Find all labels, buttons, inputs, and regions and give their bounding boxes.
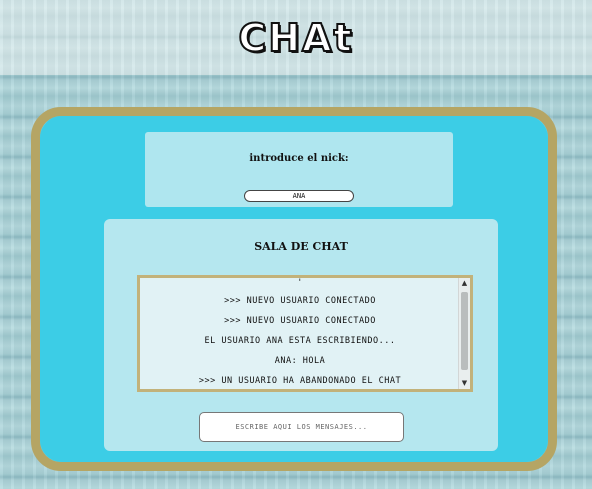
message-item: >>> NUEVO USUARIO CONECTADO: [224, 316, 376, 326]
scrollbar-thumb[interactable]: [461, 292, 468, 370]
nick-input[interactable]: [244, 190, 354, 202]
message-item: ANA: HOLA: [274, 356, 326, 366]
message-item: >>> NUEVO USUARIO CONECTADO: [224, 296, 376, 306]
message-input[interactable]: [199, 412, 404, 442]
messages-scrollbar[interactable]: ▲ ▼: [458, 278, 470, 389]
message-list: ' >>> NUEVO USUARIO CONECTADO >>> NUEVO …: [140, 278, 460, 389]
message-item: >>> UN USUARIO HA ABANDONADO EL CHAT: [198, 376, 402, 386]
nick-label: introduce el nick:: [249, 153, 349, 164]
message-partial: ': [297, 278, 303, 288]
page-title: CHAt: [237, 15, 354, 61]
chevron-up-icon[interactable]: ▲: [459, 278, 470, 289]
messages-box[interactable]: ' >>> NUEVO USUARIO CONECTADO >>> NUEVO …: [137, 275, 473, 392]
message-item: EL USUARIO ANA ESTA ESCRIBIENDO...: [204, 336, 396, 346]
chat-room-title: SALA DE CHAT: [254, 240, 348, 253]
chevron-down-icon[interactable]: ▼: [459, 378, 470, 389]
